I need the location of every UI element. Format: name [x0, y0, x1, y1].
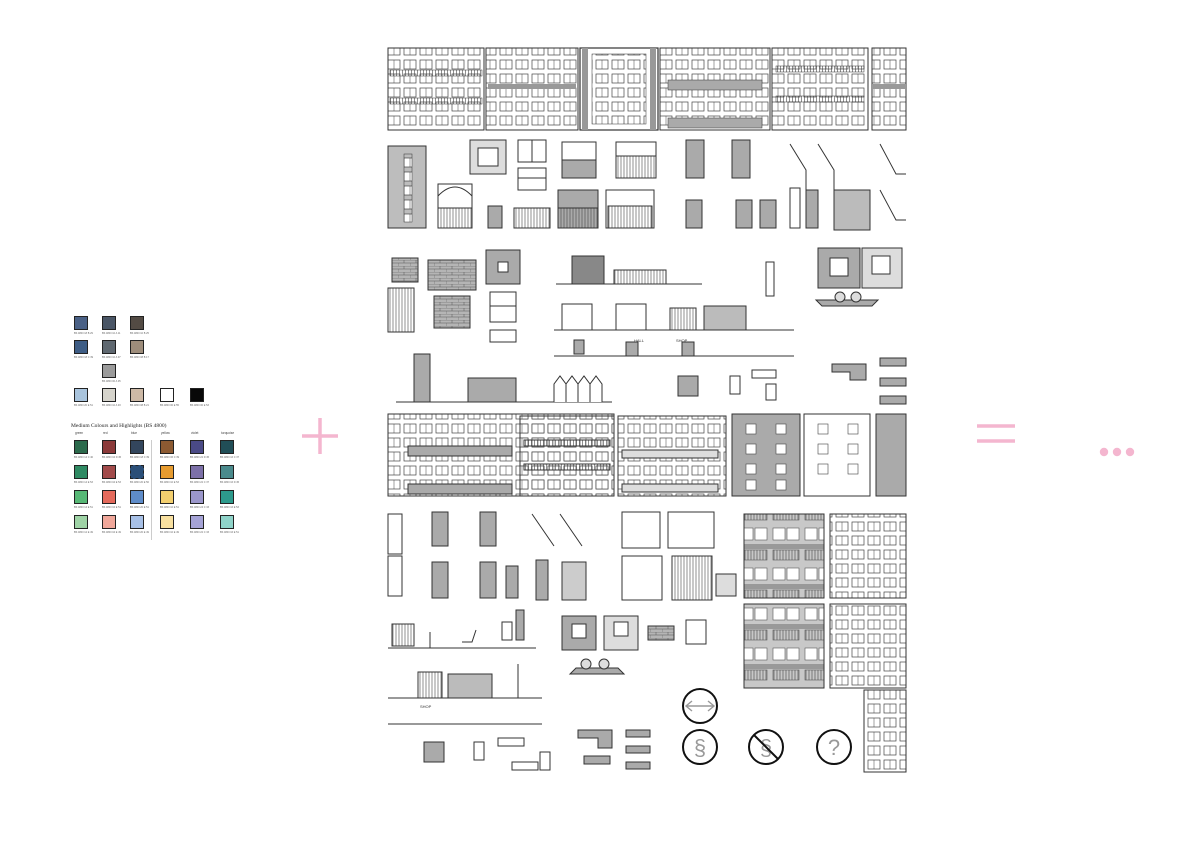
large-facade-row: [387, 413, 907, 497]
swatch-code: BS 4800 00 E 53: [190, 404, 209, 407]
colour-swatch: [102, 515, 116, 529]
repeat-components-row: [387, 511, 907, 601]
swatch-code: BS 4800 10 E 51: [160, 506, 179, 509]
colour-swatch: [102, 465, 116, 479]
colour-swatch: [190, 490, 204, 504]
palette-divider: [151, 440, 152, 540]
swatch-code: BS 4800 20 E 51: [74, 404, 93, 407]
swatch-code: BS 4800 14 C 40: [74, 456, 94, 459]
colour-swatch: [220, 440, 234, 454]
colour-swatch: [74, 316, 88, 330]
colour-swatch: [220, 465, 234, 479]
label-shop-lower: SHOP: [420, 704, 432, 709]
palette-heading: Medium Colours and Highlights (BS 4800): [71, 423, 167, 429]
colour-swatch: [74, 440, 88, 454]
swap-arrows-icon: [682, 688, 718, 724]
swatch-code: BS 4800 18 C 39: [130, 456, 150, 459]
colour-swatch: [102, 388, 116, 402]
colour-swatch: [130, 515, 144, 529]
colour-swatch: [74, 490, 88, 504]
palette-column-header: turquoise: [221, 431, 235, 435]
swatch-code: BS 4800 10 A 03: [102, 404, 121, 407]
swatch-code: BS 4800 08 B 21: [130, 404, 149, 407]
colour-swatch: [130, 340, 144, 354]
colour-swatch: [102, 316, 116, 330]
swatch-code: BS 4800 14 E 53: [74, 481, 93, 484]
swatch-code: BS 4800 10 E 49: [160, 531, 179, 534]
colour-swatch: [102, 340, 116, 354]
no-section-sign-icon: §: [748, 729, 784, 765]
swatch-code: BS 4800 10 E 53: [160, 481, 179, 484]
swatch-code: BS 4800 12 E 49: [74, 531, 93, 534]
colour-swatch: [130, 490, 144, 504]
component-sheet: HALL SHOP SHOP § ?: [387, 47, 907, 773]
swatch-code: BS 4800 20 E 51: [130, 506, 149, 509]
section-sign-icon: §: [682, 729, 718, 765]
swatch-code: BS 4800 22 D 45: [190, 456, 210, 459]
colour-swatch: [130, 316, 144, 330]
swatch-code: BS 4800 16 E 51: [220, 531, 239, 534]
swatch-code: BS 4800 20 E 56: [130, 481, 149, 484]
colour-swatch: [102, 364, 116, 378]
colour-swatch: [130, 440, 144, 454]
svg-text:?: ?: [828, 735, 840, 760]
swatch-code: BS 4800 22 C 37: [190, 481, 210, 484]
swatch-code: BS 4800 10 B 25: [130, 332, 149, 335]
palette-column-header: violet: [191, 431, 199, 435]
swatch-code: BS 4800 20 E 49: [130, 531, 149, 534]
swatch-code: BS 4800 16 D 45: [220, 481, 240, 484]
swatch-code: BS 4800 06 C 39: [160, 456, 180, 459]
colour-swatch: [130, 465, 144, 479]
colour-swatch: [102, 490, 116, 504]
colour-swatch: [102, 440, 116, 454]
swatch-code: BS 4800 18 C 39: [74, 356, 94, 359]
swatch-code: BS 4800 04 E 53: [102, 481, 121, 484]
swatch-code: BS 4800 04 E 49: [102, 531, 121, 534]
swatch-code: BS 4800 00 E 55: [160, 404, 179, 407]
swatch-code: BS 4800 22 C 33: [190, 531, 210, 534]
colour-swatch: [160, 465, 174, 479]
swatch-code: BS 4800 00 A 05: [102, 380, 121, 383]
colour-swatch: [220, 515, 234, 529]
svg-text:§: §: [694, 735, 706, 760]
colour-swatch: [160, 515, 174, 529]
palette-column-header: green: [75, 431, 84, 435]
equals-sign: [977, 424, 1015, 443]
colour-swatch: [190, 515, 204, 529]
ellipsis: [1099, 447, 1135, 457]
colour-swatch: [160, 440, 174, 454]
swatch-code: BS 4800 16 E 53: [220, 506, 239, 509]
palette-column-header: yellow: [161, 431, 170, 435]
plus-sign: [302, 418, 338, 454]
colour-swatch: [160, 388, 174, 402]
question-mark-icon: ?: [816, 729, 852, 765]
colour-palette: BS 4800 18 B 29 BS 4800 10 A 11 BS 4800 10…: [68, 312, 240, 542]
colour-swatch: [160, 490, 174, 504]
palette-column-header: blue: [131, 431, 138, 435]
swatch-code: BS 4800 04 D 45: [102, 456, 122, 459]
swatch-code: BS 4800 10 A 07: [102, 356, 121, 359]
colour-swatch: [130, 388, 144, 402]
colour-swatch: [190, 440, 204, 454]
swatch-code: BS 4800 14 E 51: [74, 506, 93, 509]
colour-swatch: [220, 490, 234, 504]
swatch-code: BS 4800 10 A 11: [102, 332, 121, 335]
materials-street-row: HALL SHOP: [387, 247, 903, 357]
colour-swatch: [74, 465, 88, 479]
swatch-code: BS 4800 16 C 37: [220, 456, 240, 459]
colour-swatch: [190, 465, 204, 479]
colour-swatch: [74, 340, 88, 354]
swatch-code: BS 4800 18 B 29: [74, 332, 93, 335]
street-furniture-row: SHOP: [388, 603, 907, 725]
colour-swatch: [74, 515, 88, 529]
massing-row: [396, 353, 907, 405]
swatch-code: BS 4800 08 B 17: [130, 356, 149, 359]
windows-doors-row: [387, 139, 906, 231]
facade-strip-row: [387, 47, 907, 131]
swatch-code: BS 4800 04 E 51: [102, 506, 121, 509]
colour-swatch: [74, 388, 88, 402]
palette-column-header: red: [103, 431, 108, 435]
colour-swatch: [190, 388, 204, 402]
swatch-code: BS 4800 24 C 33: [190, 506, 210, 509]
